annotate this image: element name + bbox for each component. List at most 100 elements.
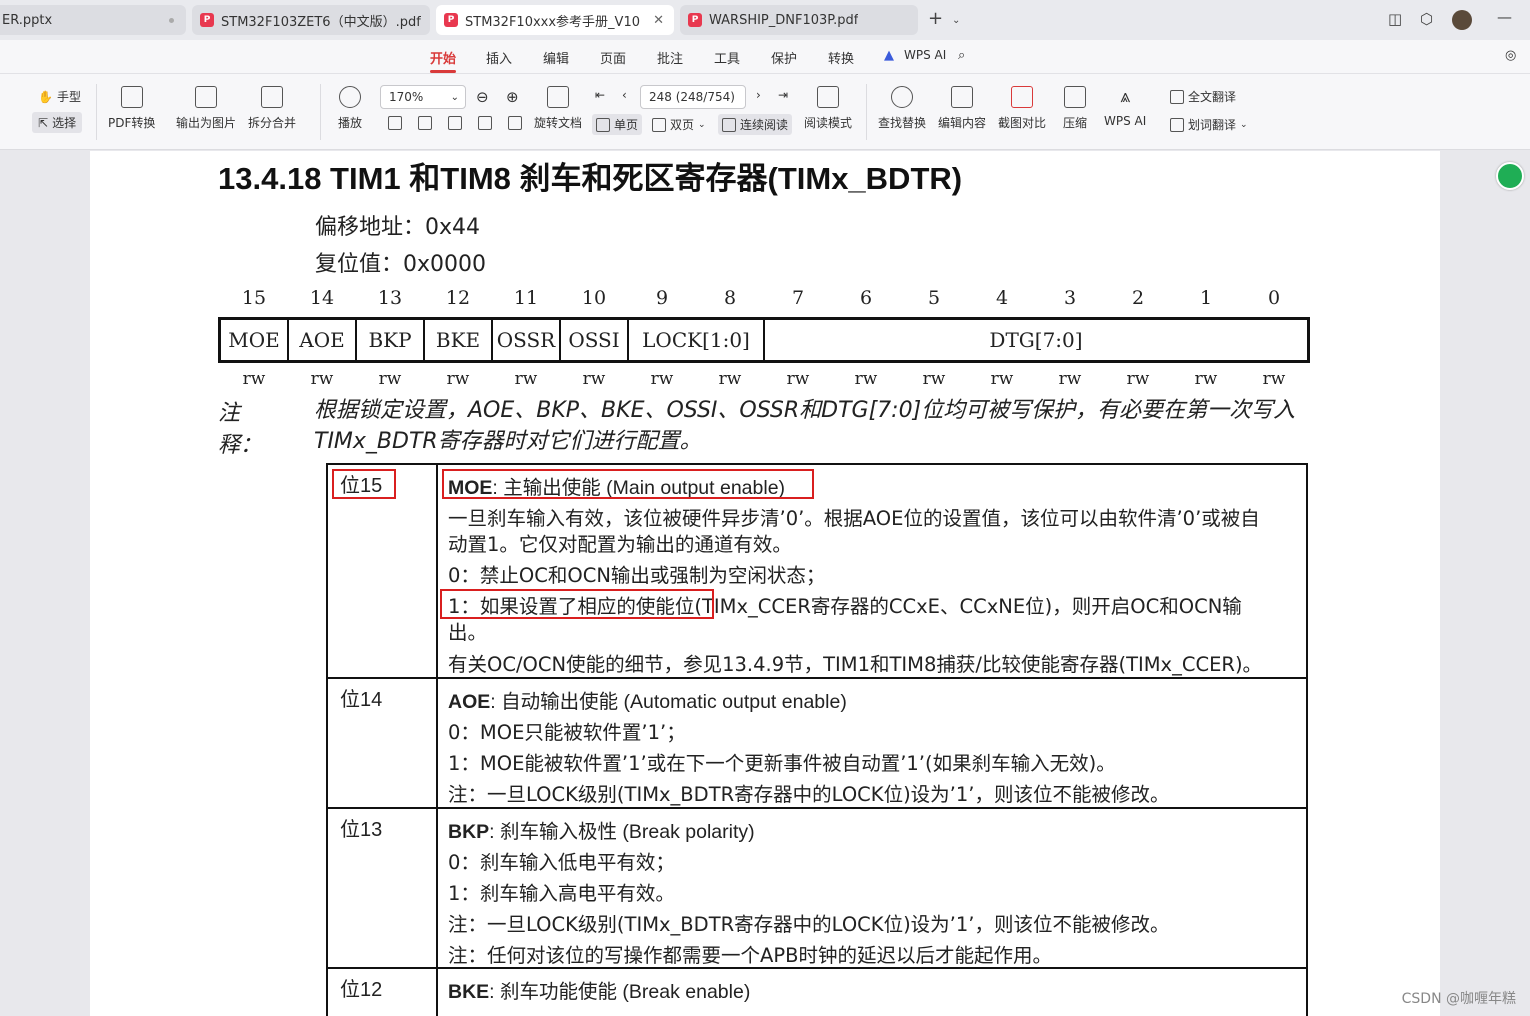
bit-name: BKP	[448, 821, 490, 843]
screenshot-compare-label: 截图对比	[998, 116, 1047, 130]
menu-convert[interactable]: 转换	[828, 48, 854, 67]
minimize-icon[interactable]: —	[1497, 8, 1512, 26]
zoom-in-icon[interactable]: ⊕	[506, 88, 519, 106]
find-replace-button[interactable]: 查找替换	[878, 86, 926, 131]
tab-pptx[interactable]: ER.pptx	[0, 5, 186, 35]
bit-title: BKP: 刹车输入极性 (Break polarity)	[448, 815, 755, 844]
page-number-input[interactable]: 248 (248/754)	[640, 85, 746, 109]
select-label: 选择	[52, 116, 77, 130]
cube-icon[interactable]: ⬡	[1420, 10, 1433, 28]
bit-number: 3	[1063, 287, 1077, 309]
menu-start[interactable]: 开始	[430, 48, 456, 67]
bit-desc: : 自动输出使能 (Automatic output enable)	[490, 691, 847, 713]
zoom-select[interactable]: 170% ⌄	[380, 85, 466, 109]
field-ossr: OSSR	[493, 320, 561, 360]
play-button[interactable]: 播放	[338, 86, 362, 131]
screenshot-compare-button[interactable]: 截图对比	[998, 86, 1046, 131]
menu-protect[interactable]: 保护	[771, 48, 797, 67]
close-icon[interactable]: ✕	[653, 13, 664, 28]
new-tab-icon[interactable]: +	[928, 8, 943, 29]
layout-icon[interactable]: ◫	[1388, 10, 1402, 28]
desc-line: 0：禁止OC和OCN输出或强制为空闲状态；	[448, 564, 826, 587]
export-image-button[interactable]: 输出为图片	[176, 86, 236, 131]
access-type: rw	[786, 369, 810, 389]
menu-edit[interactable]: 编辑	[543, 48, 569, 67]
single-page-button[interactable]: 单页	[592, 114, 643, 135]
compress-icon	[1064, 86, 1086, 108]
rotate-document-button[interactable]: 旋转文档	[534, 86, 582, 131]
edit-content-label: 编辑内容	[938, 116, 987, 130]
search-icon[interactable]: ⌕	[958, 48, 965, 63]
field-dtg: DTG[7:0]	[989, 328, 1083, 352]
tab-reference-manual[interactable]: P STM32F10xxx参考手册_V10（中文 ✕	[436, 5, 674, 35]
prev-page-icon[interactable]: ‹	[622, 88, 627, 102]
next-page-icon[interactable]: ›	[756, 88, 761, 102]
rotate-right-icon[interactable]	[508, 116, 522, 130]
fit-width-icon[interactable]	[448, 116, 462, 130]
menu-annotate[interactable]: 批注	[657, 48, 683, 67]
export-image-label: 输出为图片	[176, 116, 237, 130]
desc-line: 注：一旦LOCK级别(TIMx_BDTR寄存器中的LOCK位)设为’1’，则该位…	[448, 913, 1170, 936]
word-translate-button[interactable]: 划词翻译 ⌄	[1170, 116, 1248, 133]
zoom-out-icon[interactable]: ⊖	[476, 88, 489, 106]
last-page-icon[interactable]: ⇥	[778, 88, 788, 102]
tab-stm32f103zet6[interactable]: P STM32F103ZET6（中文版）.pdf	[192, 5, 430, 35]
tab-label: WARSHIP_DNF103P.pdf	[709, 12, 859, 28]
compress-button[interactable]: 压缩	[1063, 86, 1087, 131]
rotate-left-icon[interactable]	[478, 116, 492, 130]
wps-ai-button[interactable]: ⩓ WPS AI	[1104, 86, 1146, 128]
double-page-button[interactable]: 双页 ⌄	[652, 116, 706, 133]
cloud-sync-icon[interactable]: ◎	[1505, 48, 1516, 63]
word-translate-icon	[1170, 117, 1184, 132]
edit-content-button[interactable]: 编辑内容	[938, 86, 986, 131]
fit-page-icon[interactable]	[418, 116, 432, 130]
tab-warship[interactable]: P WARSHIP_DNF103P.pdf	[680, 5, 918, 35]
menu-bar: 开始 插入 编辑 页面 批注 工具 保护 转换 ▲ WPS AI ⌕ ◎	[0, 40, 1530, 74]
edit-icon	[951, 86, 973, 108]
chevron-down-icon: ⌄	[450, 91, 459, 103]
full-translate-button[interactable]: 全文翻译	[1170, 88, 1236, 105]
double-page-icon	[652, 117, 666, 132]
hand-icon: ✋	[38, 89, 53, 104]
hand-tool-button[interactable]: ✋ 手型	[38, 88, 81, 105]
wps-ai-icon: ⩓	[1120, 86, 1131, 107]
bit-number: 0	[1267, 287, 1281, 309]
bit-number: 11	[513, 287, 539, 309]
continuous-read-button[interactable]: 连续阅读	[718, 114, 793, 135]
avatar[interactable]	[1452, 10, 1472, 30]
hand-label: 手型	[56, 90, 81, 104]
bit-number: 4	[995, 287, 1009, 309]
offset-address: 偏移地址：0x44	[315, 215, 481, 240]
pdf-convert-button[interactable]: PDF转换	[108, 86, 155, 131]
register-bitfield: MOE AOE BKP BKE OSSR OSSI LOCK[1:0] DTG[…	[218, 317, 1310, 363]
split-merge-label: 拆分合并	[248, 116, 297, 130]
access-type: rw	[922, 369, 946, 389]
pdf-file-icon: P	[688, 13, 702, 27]
bit-desc: : 刹车输入极性 (Break polarity)	[489, 821, 755, 843]
continuous-icon	[722, 117, 736, 132]
access-type: rw	[514, 369, 538, 389]
sheet-app-icon[interactable]	[1496, 162, 1524, 190]
chevron-down-icon[interactable]: ⌄	[952, 15, 960, 26]
bit-number: 9	[655, 287, 669, 309]
menu-tools[interactable]: 工具	[714, 48, 740, 67]
desc-line: 1：MOE能被软件置’1’或在下一个更新事件被自动置’1’(如果刹车输入无效)。	[448, 752, 1116, 775]
field-lock: LOCK[1:0]	[629, 320, 765, 360]
zoom-value: 170%	[389, 90, 424, 104]
menu-page[interactable]: 页面	[600, 48, 626, 67]
menu-insert[interactable]: 插入	[486, 48, 512, 67]
bit-number: 2	[1131, 287, 1145, 309]
table-row: 位15 MOE: 主输出使能 (Main output enable) 一旦刹车…	[328, 465, 1306, 679]
access-type: rw	[1194, 369, 1218, 389]
menu-wps-ai[interactable]: WPS AI	[904, 48, 946, 62]
first-page-icon[interactable]: ⇤	[595, 88, 605, 102]
read-mode-button[interactable]: 阅读模式	[804, 86, 852, 131]
note-label: 注释：	[218, 401, 263, 458]
chevron-down-icon: ⌄	[698, 119, 706, 130]
bit-label: 位12	[340, 979, 383, 1001]
select-tool-button[interactable]: ⇱ 选择	[32, 112, 83, 133]
actual-size-icon[interactable]	[388, 116, 402, 130]
split-merge-button[interactable]: 拆分合并	[248, 86, 296, 131]
bit-number: 1	[1199, 287, 1213, 309]
tab-label: STM32F10xxx参考手册_V10（中文	[465, 14, 645, 30]
